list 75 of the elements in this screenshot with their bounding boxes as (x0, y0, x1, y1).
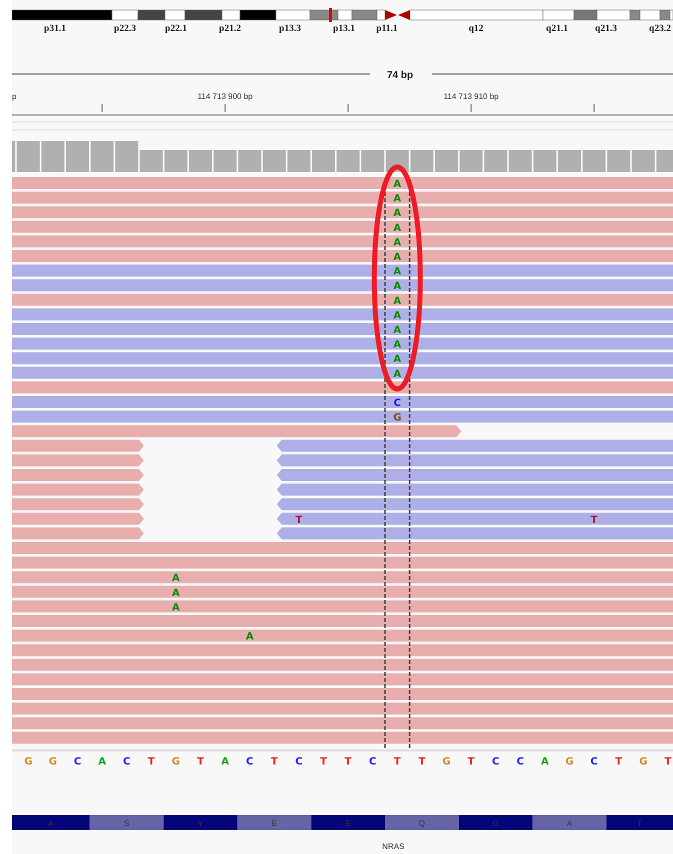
amino-acid-codon: Y (164, 815, 238, 830)
mismatch-base: A (393, 354, 402, 366)
sequence-base: G (442, 756, 451, 768)
band-label: q21.3 (595, 24, 617, 34)
gene-name: NRAS (382, 842, 404, 851)
mismatch-base: A (172, 588, 180, 599)
band-label: p22.3 (114, 24, 136, 34)
mismatch-base: A (393, 179, 402, 190)
tick-label: 114 713 910 bp (444, 92, 499, 101)
sequence-base: G (48, 756, 57, 768)
mismatch-base: T (295, 514, 302, 526)
mismatch-base: T (590, 514, 598, 526)
sequence-base: A (98, 756, 106, 768)
mismatch-base: A (393, 310, 402, 322)
amino-acid-codon: Q (385, 815, 459, 830)
sequence-base: C (492, 756, 500, 768)
amino-acid-codon: A (12, 815, 90, 830)
mismatch-base: A (172, 573, 180, 584)
mismatch-base: A (393, 222, 402, 234)
amino-acid-codon: A (532, 815, 606, 830)
band-label: q21.1 (546, 24, 568, 34)
mismatch-base: A (393, 252, 402, 263)
amino-acid-codon: E (311, 815, 385, 830)
band-label: p13.1 (333, 24, 355, 34)
tick-label: p (12, 92, 16, 101)
band-label: p22.1 (165, 24, 187, 34)
band-label: p31.1 (44, 24, 66, 34)
amino-acid-codon: E (237, 815, 312, 830)
sequence-base: A (221, 756, 229, 768)
mismatch-base: A (393, 296, 402, 307)
sequence-base: G (172, 756, 180, 768)
mismatch-base: C (394, 398, 401, 409)
band-label: q23.2 (649, 24, 671, 34)
sequence-base: T (320, 756, 327, 768)
tick-label: 114 713 900 bp (198, 92, 253, 101)
mismatch-base: A (393, 281, 402, 292)
sequence-base: G (24, 756, 32, 768)
band-label: p21.2 (219, 24, 241, 34)
mismatch-base: A (393, 340, 402, 351)
mismatch-base: A (172, 602, 180, 614)
sequence-base: T (344, 756, 352, 768)
sequence-base: C (295, 756, 303, 768)
sequence-base: G (565, 756, 574, 768)
band-label: p13.3 (279, 24, 301, 34)
span-label: 74 bp (386, 70, 414, 81)
amino-acid-codon: S (90, 815, 164, 830)
sequence-base: C (246, 756, 254, 768)
amino-acid-codon: T (606, 815, 673, 830)
sequence-base: T (418, 756, 426, 768)
mismatch-base: A (393, 208, 402, 220)
sequence-base: T (468, 756, 475, 768)
region-marker (329, 8, 332, 22)
sequence-base: T (270, 756, 278, 768)
sequence-base: A (541, 756, 549, 768)
sequence-base: T (394, 756, 401, 768)
sequence-base: C (74, 756, 82, 768)
sequence-base: G (639, 756, 648, 768)
mismatch-base: A (393, 325, 402, 336)
sequence-base: T (615, 756, 622, 768)
amino-acid-codon: G (458, 815, 533, 830)
sequence-base: C (590, 756, 598, 768)
band-label: p11.1 (376, 24, 398, 34)
sequence-base: C (123, 756, 130, 768)
mismatch-base: A (393, 368, 402, 380)
sequence-base: C (369, 756, 376, 768)
sequence-base: T (664, 756, 672, 768)
mismatch-base: A (393, 266, 402, 278)
mismatch-base: A (393, 194, 402, 205)
mismatch-base: G (393, 412, 402, 424)
sequence-base: C (516, 756, 524, 768)
sequence-base: T (197, 756, 204, 768)
band-label: q12 (468, 24, 484, 34)
mismatch-base: A (246, 632, 254, 643)
mismatch-base: A (393, 237, 402, 248)
sequence-base: T (148, 756, 155, 768)
